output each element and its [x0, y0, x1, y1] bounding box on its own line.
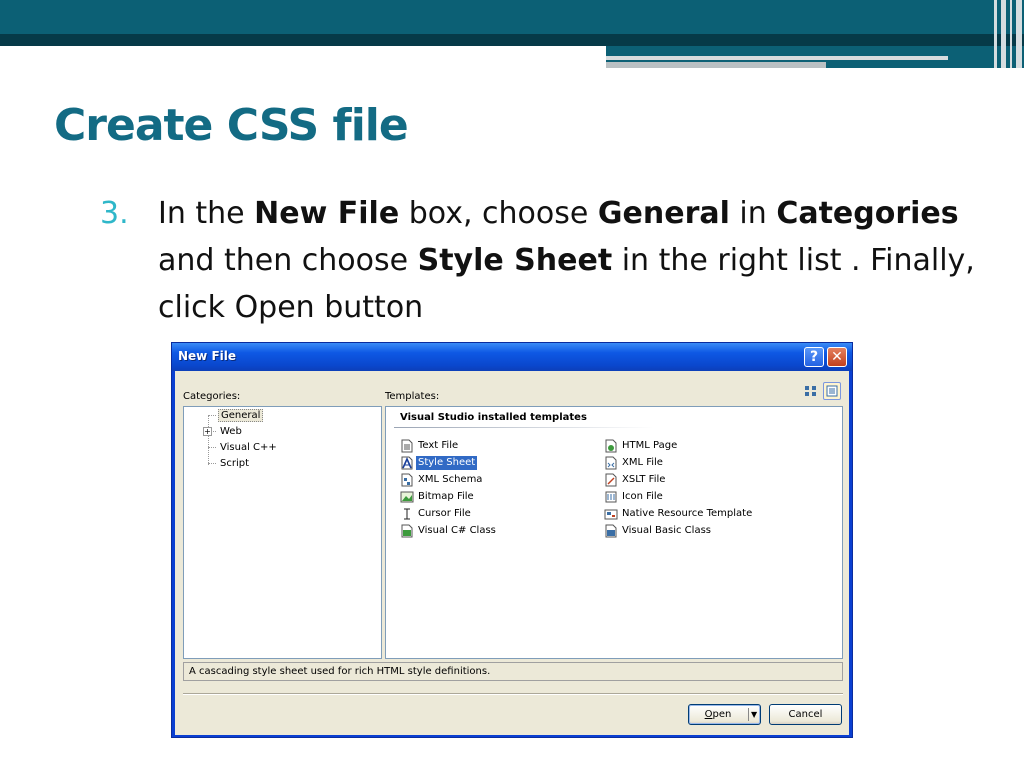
- templates-group-header: Visual Studio installed templates: [400, 412, 587, 423]
- bullet-segment-bold: Style Sheet: [417, 243, 613, 278]
- templates-label: Templates:: [385, 391, 440, 402]
- bullet-segment-bold: New File: [254, 196, 400, 231]
- new-file-dialog: New File ? ✕ Categories: Templates: Gene…: [171, 342, 853, 738]
- close-icon: ✕: [831, 349, 843, 365]
- categories-label: Categories:: [183, 391, 241, 402]
- xml-schema-icon: [401, 473, 413, 487]
- header-accent-line: [606, 56, 948, 60]
- close-button[interactable]: ✕: [827, 347, 847, 367]
- template-label: Cursor File: [418, 508, 471, 519]
- template-description: A cascading style sheet used for rich HT…: [189, 666, 491, 677]
- slide-title: Create CSS file: [54, 100, 409, 151]
- dialog-titlebar[interactable]: New File ? ✕: [172, 343, 852, 371]
- category-script[interactable]: Script: [208, 457, 251, 471]
- expand-icon[interactable]: +: [203, 427, 212, 436]
- template-label: Native Resource Template: [622, 508, 753, 519]
- vb-class-icon: [605, 524, 617, 538]
- help-button[interactable]: ?: [804, 347, 824, 367]
- category-label: Visual C++: [220, 442, 277, 453]
- category-label: Script: [220, 458, 250, 469]
- template-label: Style Sheet: [416, 456, 478, 470]
- header-stripe: [994, 0, 997, 68]
- template-label: Visual C# Class: [418, 525, 496, 536]
- header-stripe: [1016, 0, 1022, 68]
- xslt-file-icon: [605, 473, 617, 487]
- category-visual-cpp[interactable]: Visual C++: [208, 441, 279, 455]
- template-label: Text File: [418, 440, 459, 451]
- xml-file-icon: [605, 456, 617, 470]
- categories-tree[interactable]: General + Web Visual C++ Script: [183, 406, 382, 659]
- description-bar: A cascading style sheet used for rich HT…: [183, 662, 843, 681]
- html-page-icon: [605, 439, 617, 453]
- template-label: Bitmap File: [418, 491, 474, 502]
- help-icon: ?: [809, 349, 819, 365]
- template-label: XML File: [622, 457, 663, 468]
- header-accent-line: [606, 62, 826, 68]
- template-label: Icon File: [622, 491, 663, 502]
- dropdown-arrow-icon[interactable]: ▼: [751, 705, 757, 724]
- template-label: Visual Basic Class: [622, 525, 711, 536]
- open-button-label: Open: [704, 709, 732, 720]
- small-icons-view-button[interactable]: [823, 382, 841, 400]
- cancel-button[interactable]: Cancel: [769, 704, 842, 725]
- style-sheet-icon: [401, 456, 413, 470]
- header-band-dark: [0, 34, 1024, 46]
- bullet-segment-bold: General: [597, 196, 730, 231]
- bitmap-file-icon: [400, 491, 414, 503]
- button-separator: [183, 693, 843, 695]
- header-stripe: [1001, 0, 1006, 68]
- header-band: [0, 0, 1024, 34]
- template-label: XML Schema: [418, 474, 483, 485]
- header-stripe: [1010, 0, 1012, 68]
- native-resource-icon: [604, 509, 618, 520]
- open-button[interactable]: Open ▼: [688, 704, 761, 725]
- bullet-segment: and then choose: [158, 243, 418, 278]
- dialog-body: Categories: Templates: General + Web Vis…: [175, 371, 849, 735]
- bullet-text: In the New File box, choose General in C…: [158, 190, 988, 331]
- large-icons-view-button[interactable]: [802, 382, 820, 400]
- category-label: General: [218, 409, 264, 422]
- large-icons-view-icon: [805, 386, 816, 396]
- template-label: XSLT File: [622, 474, 666, 485]
- bullet-segment: in: [729, 196, 777, 231]
- bullet-segment: In the: [158, 196, 255, 231]
- csharp-class-icon: [401, 524, 413, 538]
- bullet-number: 3.: [100, 196, 129, 231]
- category-web[interactable]: + Web: [203, 425, 244, 439]
- icon-file-icon: [605, 491, 617, 503]
- template-label: HTML Page: [622, 440, 678, 451]
- dialog-title: New File: [178, 349, 237, 363]
- small-icons-view-icon: [826, 385, 838, 397]
- category-label: Web: [220, 426, 242, 437]
- bullet-segment: box, choose: [399, 196, 598, 231]
- cursor-file-icon: [404, 508, 410, 520]
- templates-list[interactable]: Visual Studio installed templates Text F…: [385, 406, 843, 659]
- category-general[interactable]: General: [208, 409, 264, 423]
- text-file-icon: [401, 439, 413, 453]
- bullet-segment-bold: Categories: [776, 196, 959, 231]
